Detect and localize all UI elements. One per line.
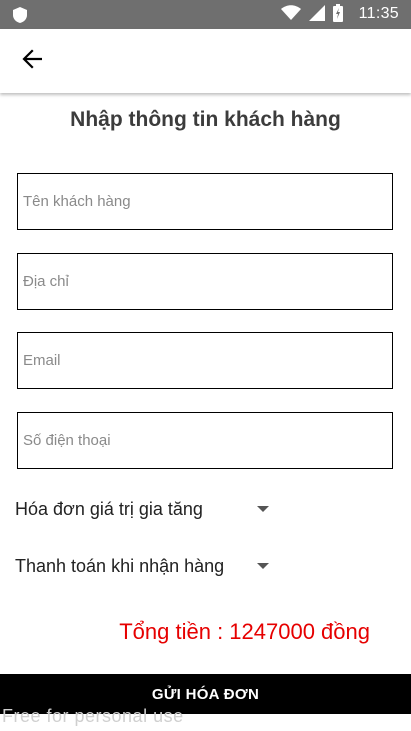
status-time: 11:35 xyxy=(358,5,399,22)
payment-method-dropdown[interactable]: Thanh toán khi nhận hàng xyxy=(15,549,275,583)
caret-down-icon xyxy=(257,563,269,569)
shield-icon xyxy=(12,6,28,24)
customer-name-field[interactable] xyxy=(17,173,393,230)
invoice-type-selected: Hóa đơn giá trị gia tăng xyxy=(15,498,203,519)
email-input[interactable] xyxy=(23,333,392,388)
wifi-icon xyxy=(281,4,301,26)
battery-icon xyxy=(333,3,343,27)
payment-method-selected: Thanh toán khi nhận hàng xyxy=(15,555,225,576)
caret-down-icon xyxy=(257,506,269,512)
invoice-type-dropdown[interactable]: Hóa đơn giá trị gia tăng xyxy=(15,492,275,526)
back-button[interactable] xyxy=(14,43,50,79)
total-amount: Tổng tiền : 1247000 đồng xyxy=(119,619,370,644)
signal-icon xyxy=(309,4,325,26)
phone-input[interactable] xyxy=(23,413,392,468)
phone-field[interactable] xyxy=(17,412,393,469)
system-icons xyxy=(281,3,343,27)
watermark-text: Free for personal use xyxy=(2,706,184,726)
address-input[interactable] xyxy=(23,254,392,309)
app-bar xyxy=(0,29,411,93)
status-bar: 11:35 xyxy=(0,0,411,29)
email-field[interactable] xyxy=(17,332,393,389)
address-field[interactable] xyxy=(17,253,393,310)
arrow-left-icon xyxy=(22,48,43,74)
customer-name-input[interactable] xyxy=(23,174,392,229)
page-title: Nhập thông tin khách hàng xyxy=(70,108,341,131)
